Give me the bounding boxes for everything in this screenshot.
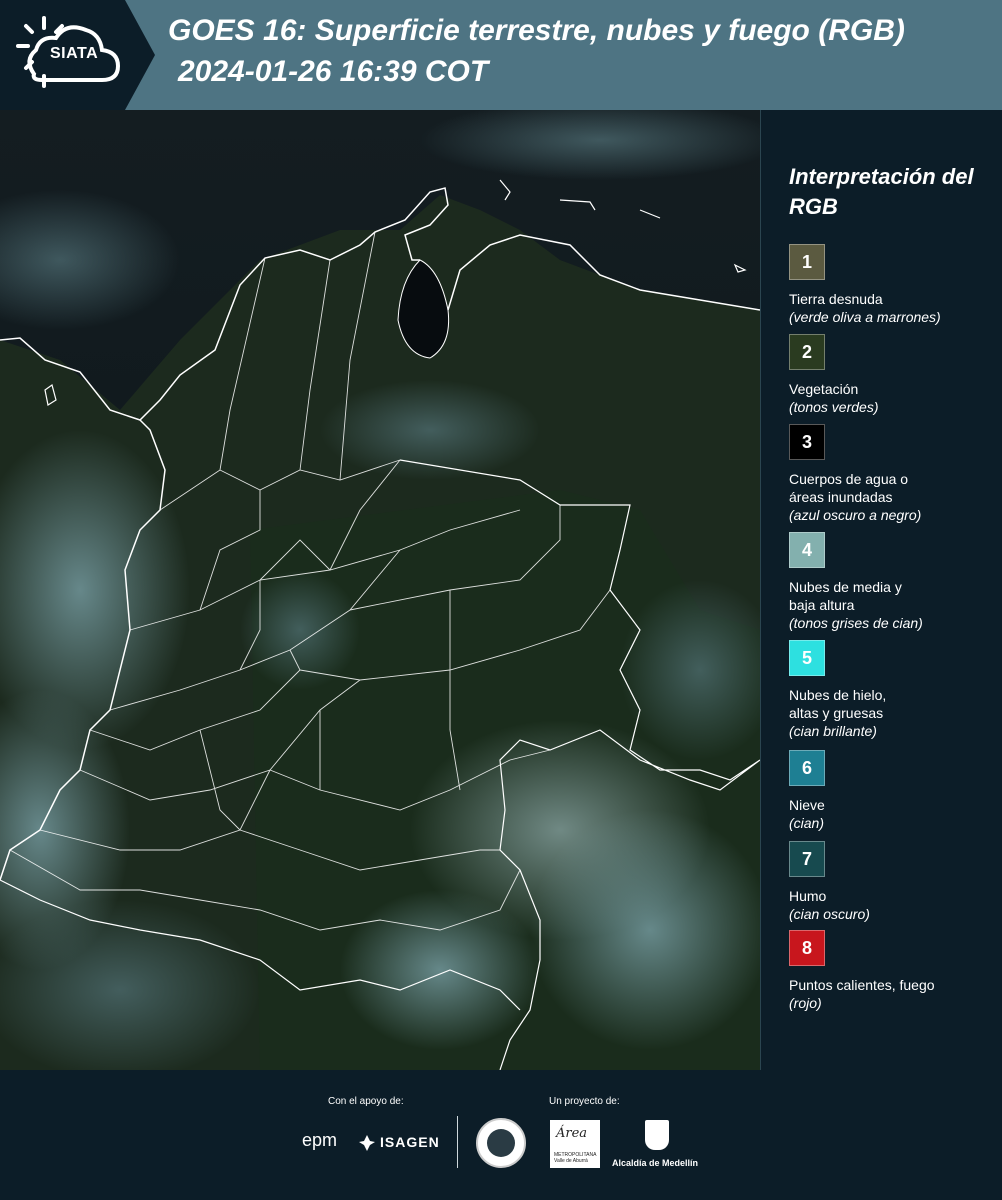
medellin-label: Alcaldía de Medellín (612, 1158, 699, 1168)
legend-item-5: 5 Nubes de hielo, altas y gruesas (cian … (789, 640, 999, 740)
siata-logo: SIATA (0, 0, 125, 110)
legend-item-label: Tierra desnuda (789, 291, 883, 307)
legend-item-desc: (cian brillante) (789, 723, 877, 739)
legend-item-8: 8 Puntos calientes, fuego (rojo) (789, 930, 999, 1012)
satellite-map[interactable] (0, 110, 760, 1070)
legend-title: Interpretación del RGB (789, 164, 974, 219)
legend-item-desc: (verde oliva a marrones) (789, 309, 941, 325)
legend-item-label: Nubes de media y baja altura (789, 579, 902, 613)
legend-item-label: Nubes de hielo, altas y gruesas (789, 687, 887, 721)
logo-text: SIATA (50, 45, 99, 62)
legend-swatch: 6 (789, 750, 825, 786)
legend-item-desc: (tonos verdes) (789, 399, 879, 415)
footer-divider (457, 1116, 458, 1168)
page-title: GOES 16: Superficie terrestre, nubes y f… (168, 14, 905, 47)
legend-item-7: 7 Humo (cian oscuro) (789, 841, 999, 923)
legend-swatch: 2 (789, 334, 825, 370)
legend-item-desc: (rojo) (789, 995, 822, 1011)
legend-item-4: 4 Nubes de media y baja altura (tonos gr… (789, 532, 999, 632)
legend-swatch: 1 (789, 244, 825, 280)
amva-logo-text: Área (556, 1126, 588, 1141)
header-chevron (125, 0, 155, 110)
legend-item-desc: (cian oscuro) (789, 906, 870, 922)
legend-item-label: Nieve (789, 797, 825, 813)
footer: Con el apoyo de: Un proyecto de: epm ISA… (0, 1070, 1002, 1200)
legend-swatch: 4 (789, 532, 825, 568)
satellite-image (0, 110, 760, 1070)
legend-item-label: Cuerpos de agua o áreas inundadas (789, 471, 909, 505)
legend-item-label: Puntos calientes, fuego (789, 977, 935, 993)
legend-swatch: 3 (789, 424, 825, 460)
legend-swatch: 7 (789, 841, 825, 877)
legend-item-2: 2 Vegetación (tonos verdes) (789, 334, 999, 416)
epm-logo: epm (302, 1130, 338, 1150)
legend-item-6: 6 Nieve (cian) (789, 750, 999, 832)
page-timestamp: 2024-01-26 16:39 COT (178, 55, 489, 88)
legend-item-label: Vegetación (789, 381, 859, 397)
medellin-shield-icon (645, 1120, 669, 1150)
support-label: Con el apoyo de: (328, 1096, 404, 1107)
legend-swatch: 8 (789, 930, 825, 966)
isagen-logo: ISAGEN (380, 1134, 440, 1150)
legend-swatch: 5 (789, 640, 825, 676)
project-label: Un proyecto de: (549, 1096, 620, 1107)
legend-item-label: Humo (789, 888, 827, 904)
amva-logo-subtext: METROPOLITANA Valle de Aburrá (554, 1152, 597, 1164)
legend-item-desc: (tonos grises de cian) (789, 615, 923, 631)
legend-item-desc: (azul oscuro a negro) (789, 507, 922, 523)
university-seal-icon (476, 1118, 526, 1168)
header-bar: SIATA GOES 16: Superficie terrestre, nub… (0, 0, 1002, 110)
rgb-legend: Interpretación del RGB 1 Tierra desnuda … (760, 110, 1002, 1070)
isagen-mark-icon (359, 1135, 375, 1151)
legend-item-3: 3 Cuerpos de agua o áreas inundadas (azu… (789, 424, 999, 524)
amva-logo: Área METROPOLITANA Valle de Aburrá (550, 1120, 600, 1168)
legend-item-1: 1 Tierra desnuda (verde oliva a marrones… (789, 244, 999, 326)
legend-item-desc: (cian) (789, 815, 825, 831)
